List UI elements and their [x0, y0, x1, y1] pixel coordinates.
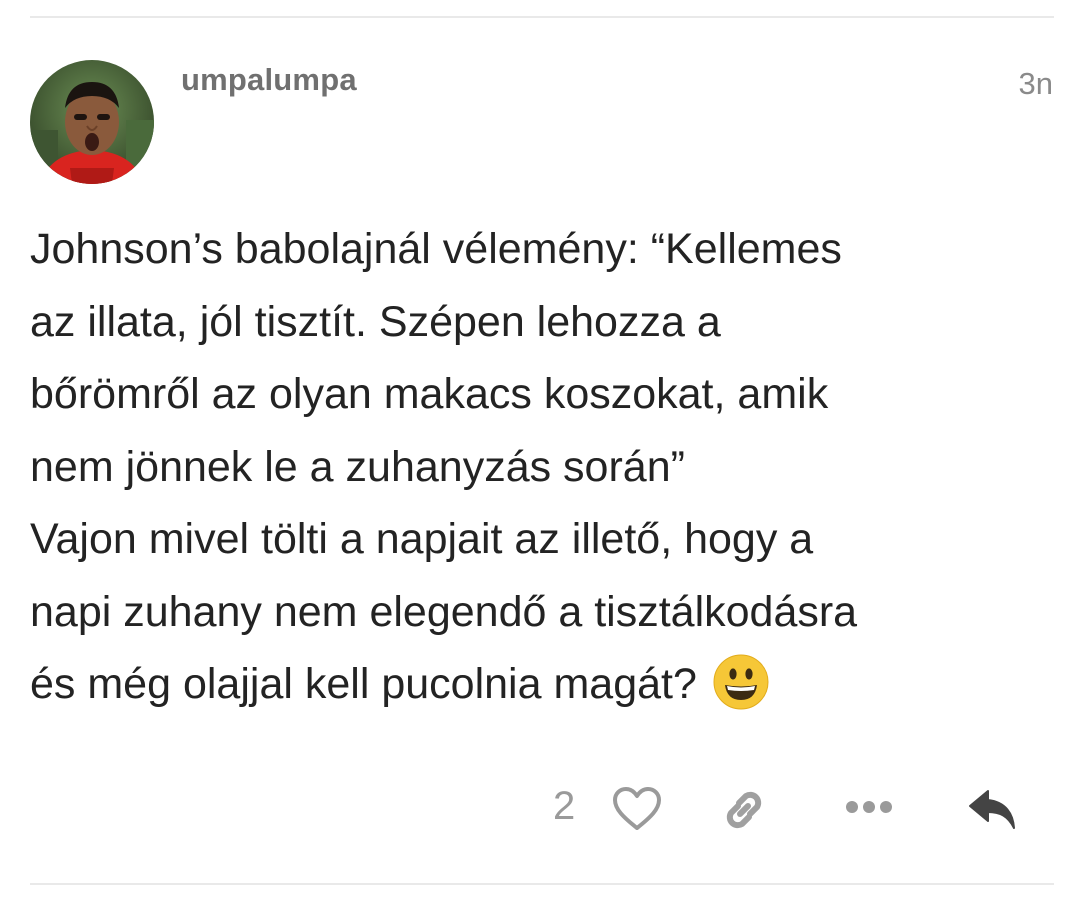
post-body: Johnson’s babolajnál vélemény: “Kellemes…: [30, 213, 1040, 721]
post-timestamp[interactable]: 3n: [1019, 66, 1053, 102]
grinning-face-emoji: [713, 654, 769, 710]
forum-post: umpalumpa 3n Johnson’s babolajnál vélemé…: [0, 0, 1080, 910]
bottom-divider: [30, 883, 1054, 885]
like-button[interactable]: [608, 784, 666, 834]
post-text-line: Vajon mivel tölti a napjait az illető, h…: [30, 515, 814, 563]
user-avatar-photo: [30, 60, 154, 184]
reply-button[interactable]: [966, 786, 1020, 834]
link-icon: [726, 791, 762, 829]
username[interactable]: umpalumpa: [181, 62, 357, 98]
heart-icon: [613, 787, 661, 830]
like-count[interactable]: 2: [553, 784, 575, 829]
more-icon: [846, 801, 892, 813]
post-text-line: az illata, jól tisztít. Szépen lehozza a: [30, 297, 721, 346]
reply-icon: [969, 790, 1015, 829]
post-text-line: nem jönnek le a zuhanyzás során”: [30, 442, 685, 491]
post-text-line-last: és még olajjal kell pucolnia magát?: [30, 648, 1040, 721]
copy-link-button[interactable]: [716, 782, 772, 838]
post-text-line: és még olajjal kell pucolnia magát?: [30, 660, 697, 708]
post-text-line: napi zuhany nem elegendő a tisztálkodásr…: [30, 587, 858, 636]
more-options-button[interactable]: [842, 792, 896, 822]
post-actions: 2: [0, 778, 1080, 842]
post-text-line: bőrömről az olyan makacs koszokat, amik: [30, 370, 829, 418]
avatar[interactable]: [30, 60, 154, 184]
post-text-line: Johnson’s babolajnál vélemény: “Kellemes: [30, 225, 842, 273]
